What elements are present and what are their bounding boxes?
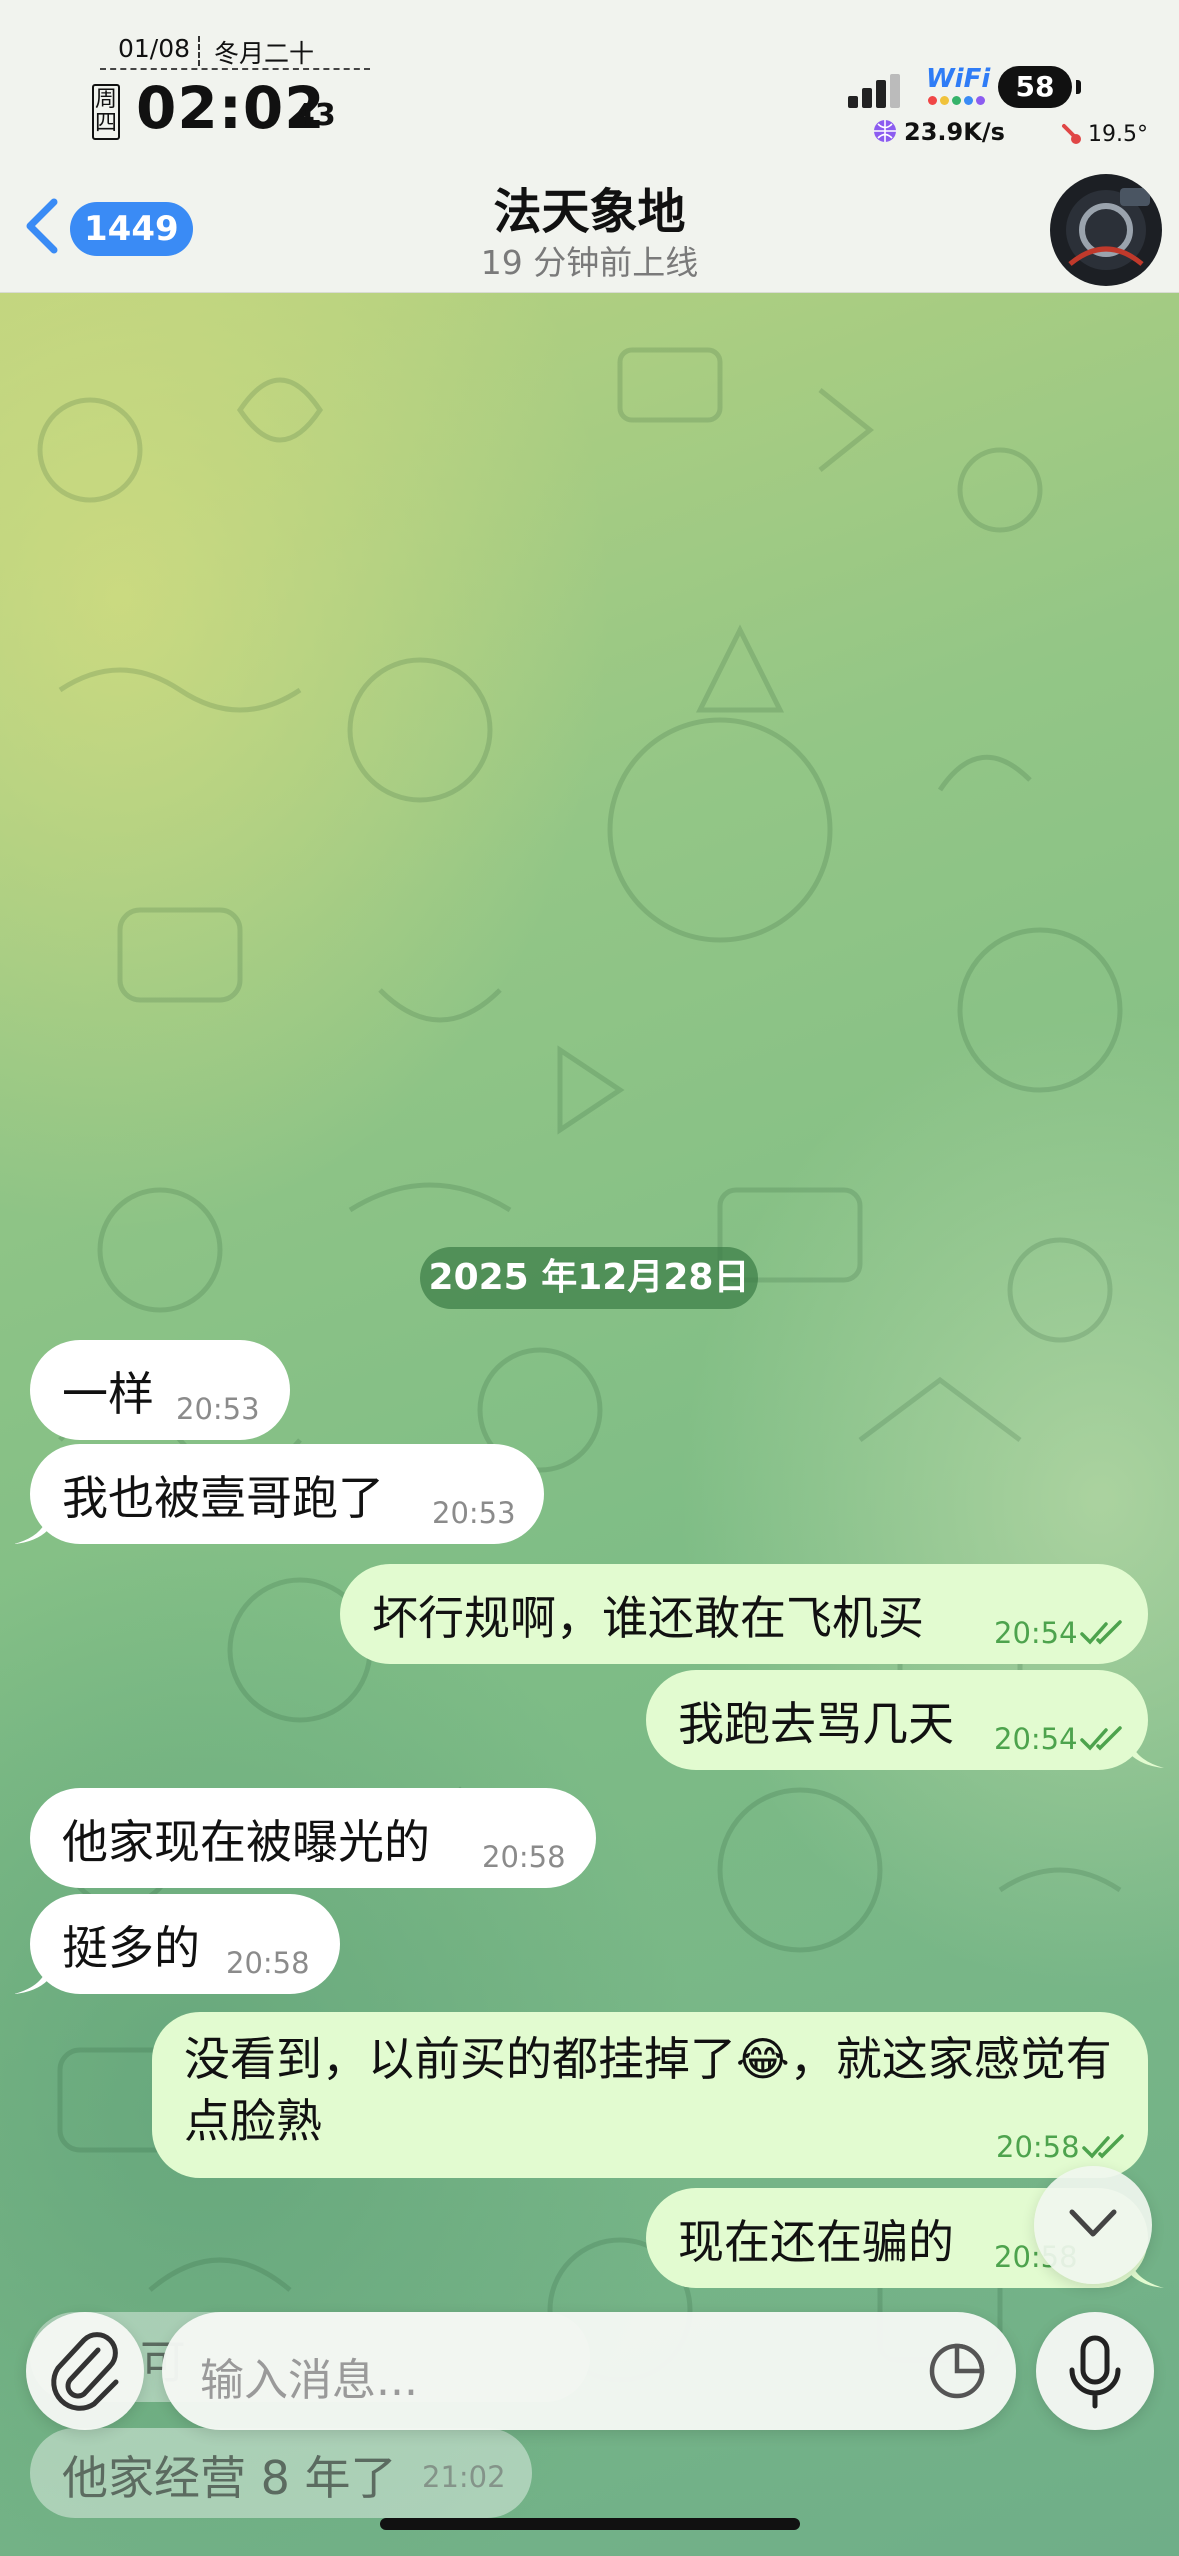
message-time: 20:58 — [482, 1840, 566, 1874]
message-text: 坏行规啊，谁还敢在飞机买 — [372, 1591, 924, 1645]
status-seconds: 43 — [294, 98, 336, 133]
message-text: 现在还在骗的 — [678, 2215, 954, 2269]
outgoing-message[interactable]: 坏行规啊，谁还敢在飞机买 20:54 — [340, 1564, 1148, 1664]
wifi-label: WiFi — [926, 64, 991, 94]
message-time: 21:02 — [422, 2460, 506, 2494]
voice-record-button[interactable] — [1036, 2312, 1154, 2430]
paperclip-icon — [51, 2332, 119, 2411]
chevron-down-icon — [1069, 2209, 1117, 2237]
attach-button[interactable] — [26, 2312, 144, 2430]
incoming-message[interactable]: 挺多的 20:58 — [30, 1894, 340, 1994]
message-text: 我也被壹哥跑了 — [62, 1471, 384, 1525]
incoming-message[interactable]: 他家经营 8 年了 21:02 — [30, 2428, 532, 2518]
message-text: 一样 — [62, 1367, 154, 1421]
chat-header: 01/08 冬月二十 周四 02:02 43 WiFi 58 23.9K/s 1… — [0, 0, 1179, 293]
message-time: 20:54 — [994, 1616, 1078, 1650]
message-time: 20:58 — [226, 1946, 310, 1980]
wifi-indicator-dots — [928, 96, 985, 105]
message-time: 20:58 — [996, 2130, 1080, 2164]
message-text: 他家经营 8 年了 — [62, 2451, 397, 2505]
globe-icon — [874, 120, 896, 142]
message-text: 挺多的 — [62, 1921, 200, 1975]
status-weekday: 周四 — [92, 84, 120, 140]
signal-icon — [848, 74, 900, 108]
incoming-message[interactable]: 我也被壹哥跑了 20:53 — [30, 1444, 544, 1544]
incoming-message[interactable]: 他家现在被曝光的 20:58 — [30, 1788, 596, 1888]
thermometer-icon — [1062, 124, 1081, 144]
status-divider — [100, 68, 370, 70]
device-temperature: 19.5° — [1088, 122, 1148, 147]
status-divider — [198, 36, 200, 66]
incoming-message[interactable]: 一样 20:53 — [30, 1340, 290, 1440]
battery-level: 58 — [998, 66, 1072, 108]
chat-last-seen: 19 分钟前上线 — [480, 243, 699, 282]
message-time: 20:53 — [176, 1392, 260, 1426]
home-indicator[interactable] — [380, 2518, 800, 2530]
outgoing-message[interactable]: 我跑去骂几天 20:54 — [646, 1670, 1148, 1770]
outgoing-message[interactable]: 没看到，以前买的都挂掉了😂，就这家感觉有点脸熟 20:58 — [152, 2012, 1148, 2178]
scroll-to-bottom-button[interactable] — [1034, 2166, 1152, 2284]
microphone-icon — [1069, 2335, 1121, 2409]
double-check-icon — [1082, 2134, 1124, 2159]
status-date: 01/08 — [118, 34, 191, 63]
contact-avatar[interactable] — [1050, 174, 1162, 286]
message-text: 我跑去骂几天 — [678, 1697, 954, 1751]
message-text: 他家现在被曝光的 — [62, 1815, 430, 1869]
message-time: 20:54 — [994, 1722, 1078, 1756]
battery-icon — [1076, 80, 1081, 94]
double-check-icon — [1080, 1726, 1122, 1751]
status-lunar-date: 冬月二十 — [214, 39, 315, 68]
chat-title[interactable]: 法天象地 — [0, 172, 1179, 242]
double-check-icon — [1080, 1620, 1122, 1645]
message-text: 没看到，以前买的都挂掉了😂，就这家感觉有点脸熟 — [184, 2032, 1112, 2148]
message-time: 20:53 — [432, 1496, 516, 1530]
message-input-placeholder: 输入消息... — [200, 2355, 418, 2406]
message-input[interactable]: 输入消息... — [162, 2312, 1016, 2430]
sticker-icon[interactable] — [926, 2340, 988, 2402]
network-speed: 23.9K/s — [904, 118, 1005, 146]
date-separator: 2025 年12月28日 — [420, 1247, 758, 1309]
